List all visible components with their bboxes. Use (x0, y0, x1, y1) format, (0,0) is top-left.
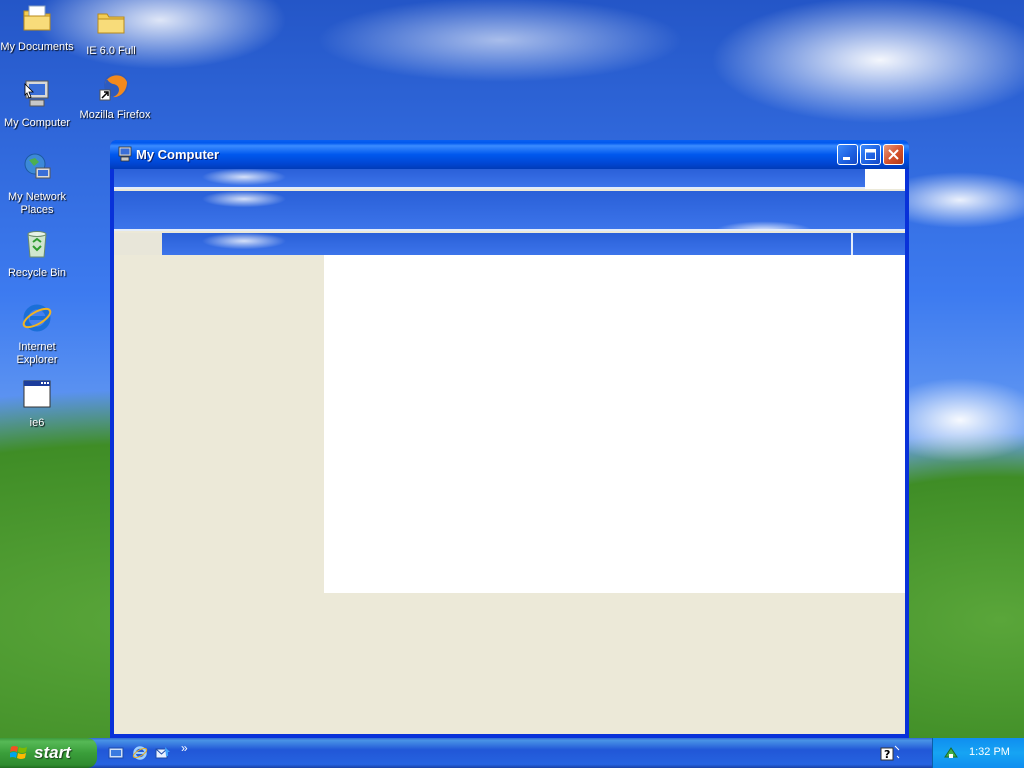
windows-logo-area (865, 169, 905, 189)
minimize-button[interactable] (837, 144, 858, 165)
menu-bar (114, 169, 905, 189)
outlook-express-icon[interactable] (155, 745, 171, 761)
desktop-icon-network-places[interactable]: My Network Places (0, 152, 74, 217)
desktop-icon-firefox[interactable]: Mozilla Firefox (78, 70, 152, 122)
desktop-icon-label: IE 6.0 Full (86, 45, 136, 57)
close-button[interactable] (883, 144, 904, 165)
window-client-area (114, 169, 905, 734)
svg-text:?: ? (884, 748, 890, 761)
minimize-icon (843, 157, 850, 160)
window-app-icon (23, 380, 51, 408)
desktop-icon-label: Mozilla Firefox (79, 109, 151, 121)
desktop-icon-label: My Computer (3, 117, 71, 129)
address-bar (114, 233, 905, 255)
desktop-icon-label: Recycle Bin (7, 267, 67, 279)
desktop-icon-label: My Documents (0, 41, 74, 53)
desktop-icon-recycle-bin[interactable]: Recycle Bin (0, 228, 74, 280)
window-title: My Computer (136, 147, 220, 162)
start-button[interactable]: start (0, 738, 97, 768)
show-desktop-icon[interactable] (108, 745, 124, 761)
address-separator (851, 233, 853, 255)
desktop-icon-my-documents[interactable]: My Documents (0, 2, 74, 54)
toolbar (114, 191, 905, 231)
internet-explorer-icon (22, 304, 52, 332)
quick-launch-chevron[interactable]: » (181, 741, 188, 755)
folder-icon (97, 13, 125, 34)
maximize-button[interactable] (860, 144, 881, 165)
content-pane[interactable] (324, 255, 905, 593)
my-documents-icon (23, 5, 51, 31)
title-bar[interactable]: My Computer (110, 140, 909, 169)
desktop-icon-ie6[interactable]: ie6 (0, 378, 74, 430)
my-computer-icon (24, 80, 49, 107)
internet-explorer-icon[interactable] (132, 745, 148, 761)
system-tray: 1:32 PM (932, 738, 1024, 768)
windows-flag-icon (10, 746, 27, 759)
recycle-bin-icon (27, 231, 47, 258)
desktop-icon-internet-explorer[interactable]: Internet Explorer (0, 302, 74, 367)
address-label-area (114, 233, 162, 255)
my-computer-window[interactable]: My Computer (110, 140, 909, 738)
my-computer-icon (118, 146, 132, 162)
close-icon (888, 149, 899, 160)
desktop-icon-label: My Network Places (7, 191, 67, 216)
desktop-icon-label: ie6 (29, 417, 45, 429)
desktop-icon-ie-full[interactable]: IE 6.0 Full (74, 6, 148, 58)
task-pane (114, 255, 324, 734)
firefox-icon (99, 73, 128, 101)
desktop-icon-label: Internet Explorer (16, 341, 58, 366)
help-icon[interactable]: ? (876, 744, 900, 764)
taskbar: start » ? 1:32 PM (0, 738, 1024, 768)
network-places-icon (24, 153, 51, 179)
maximize-icon (865, 149, 876, 160)
network-tray-icon[interactable] (943, 745, 959, 761)
desktop-icon-my-computer[interactable]: My Computer (0, 78, 74, 130)
start-label: start (34, 743, 71, 762)
clock[interactable]: 1:32 PM (969, 746, 1010, 758)
